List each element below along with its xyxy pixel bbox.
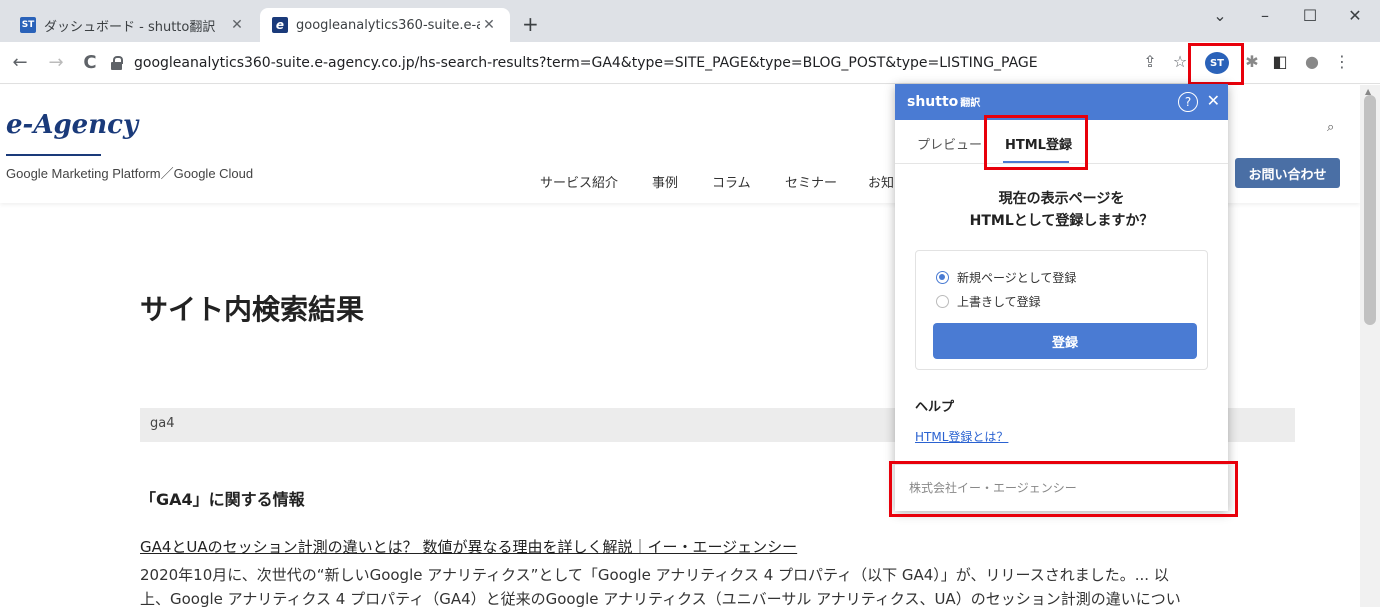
- question-line-1: 現在の表示ページを: [998, 191, 1125, 207]
- browser-toolbar: ← → C googleanalytics360-suite.e-agency.…: [0, 42, 1380, 84]
- result-snippet-line: 2020年10月に、次世代の“新しいGoogle アナリティクス”として「Goo…: [140, 566, 1169, 584]
- tab-close-icon[interactable]: ✕: [480, 17, 498, 33]
- page-title: サイト内検索結果: [140, 293, 365, 326]
- share-icon[interactable]: ⇪: [1138, 52, 1162, 71]
- brand-name: shutto: [907, 94, 959, 110]
- result-snippet-line: 上、Google アナリティクス 4 プロパティ（GA4）と従来のGoogle …: [140, 590, 1181, 607]
- nav-item-seminar[interactable]: セミナー: [785, 172, 837, 191]
- results-heading: 「GA4」に関する情報: [140, 490, 305, 509]
- register-options-card: 新規ページとして登録 上書きして登録 登録: [915, 250, 1208, 370]
- help-circle-icon[interactable]: ?: [1178, 92, 1198, 112]
- reload-icon[interactable]: C: [78, 52, 102, 73]
- tab-title: googleanalytics360-suite.e-agen: [296, 17, 480, 33]
- forward-icon[interactable]: →: [44, 52, 68, 73]
- register-button[interactable]: 登録: [933, 323, 1197, 359]
- highlight-html-tab-box: [984, 115, 1088, 170]
- e-agency-favicon-icon: e: [272, 17, 288, 33]
- radio-checked-icon[interactable]: [936, 271, 949, 284]
- minimize-button[interactable]: –: [1250, 6, 1280, 25]
- nav-item-column[interactable]: コラム: [712, 172, 751, 191]
- address-bar[interactable]: googleanalytics360-suite.e-agency.co.jp/…: [110, 48, 1210, 78]
- tab-preview[interactable]: プレビュー: [917, 134, 982, 153]
- maximize-button[interactable]: ☐: [1295, 6, 1325, 25]
- radio-unchecked-icon[interactable]: [936, 295, 949, 308]
- shutto-favicon-icon: ST: [20, 17, 36, 33]
- side-panel-icon[interactable]: ◧: [1268, 52, 1292, 71]
- register-question: 現在の表示ページを HTMLとして登録しますか？: [895, 188, 1228, 232]
- tab-strip: ST ダッシュボード - shutto翻訳 ✕ e googleanalytic…: [0, 0, 1380, 42]
- profile-avatar-icon[interactable]: ●: [1300, 52, 1324, 71]
- contact-button[interactable]: お問い合わせ: [1235, 158, 1340, 188]
- close-window-button[interactable]: ✕: [1340, 6, 1370, 25]
- site-logo[interactable]: e-Agency: [6, 110, 138, 140]
- result-title-link[interactable]: GA4とUAのセッション計測の違いとは？ 数値が異なる理由を詳しく解説｜イー・エ…: [140, 536, 797, 557]
- tab-dashboard[interactable]: ST ダッシュボード - shutto翻訳 ✕: [8, 8, 258, 42]
- scrollbar-thumb[interactable]: [1364, 95, 1376, 325]
- tab-e-agency[interactable]: e googleanalytics360-suite.e-agen ✕: [260, 8, 510, 42]
- option-label: 上書きして登録: [957, 295, 1041, 309]
- brand-suffix: 翻訳: [960, 98, 981, 109]
- popup-close-icon[interactable]: ✕: [1207, 91, 1220, 110]
- tab-title: ダッシュボード - shutto翻訳: [44, 19, 216, 35]
- help-heading: ヘルプ: [915, 400, 955, 415]
- question-line-2: HTMLとして登録しますか？: [969, 213, 1154, 229]
- menu-icon[interactable]: ⋮: [1330, 52, 1354, 71]
- back-icon[interactable]: ←: [8, 52, 32, 73]
- url-text: googleanalytics360-suite.e-agency.co.jp/…: [134, 55, 1038, 71]
- highlight-footer-box: [889, 461, 1238, 517]
- site-tagline: Google Marketing Platform／Google Cloud: [6, 166, 254, 181]
- search-icon[interactable]: ⌕: [1327, 120, 1334, 135]
- option-label: 新規ページとして登録: [957, 271, 1077, 285]
- option-overwrite[interactable]: 上書きして登録: [936, 293, 1041, 310]
- nav-item-cases[interactable]: 事例: [652, 172, 678, 191]
- tab-close-icon[interactable]: ✕: [228, 17, 246, 33]
- nav-item-services[interactable]: サービス紹介: [540, 172, 618, 191]
- tab-search-icon[interactable]: ⌄: [1205, 6, 1235, 25]
- new-tab-button[interactable]: +: [522, 12, 539, 36]
- lock-icon[interactable]: [110, 56, 124, 70]
- help-link[interactable]: HTML登録とは？: [915, 428, 1008, 445]
- nav-item-news[interactable]: お知: [868, 172, 894, 191]
- highlight-extension-box: [1188, 43, 1244, 85]
- result-snippet: 2020年10月に、次世代の“新しいGoogle アナリティクス”として「Goo…: [140, 563, 1300, 607]
- option-new-page[interactable]: 新規ページとして登録: [936, 269, 1076, 286]
- logo-underline: [6, 154, 101, 156]
- page-scrollbar[interactable]: ▲: [1360, 85, 1380, 607]
- popup-brand: shutto 翻訳: [907, 94, 980, 110]
